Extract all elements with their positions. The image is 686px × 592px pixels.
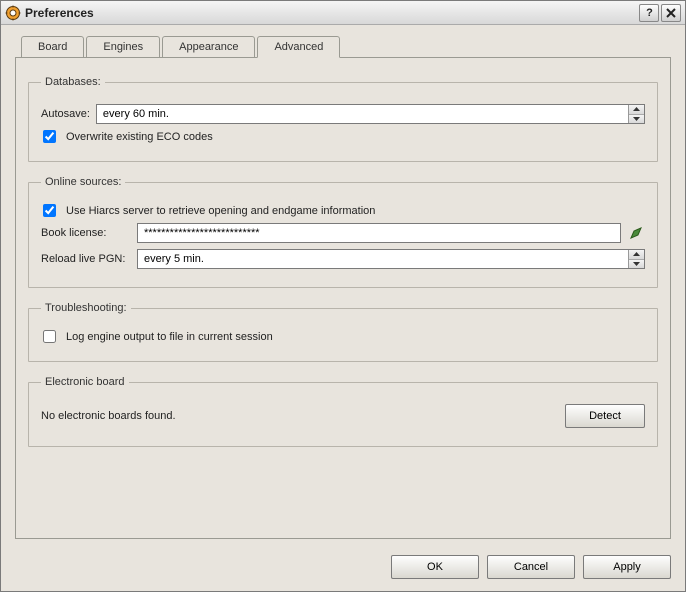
autosave-spinner[interactable]	[96, 104, 645, 124]
overwrite-eco-checkbox[interactable]	[43, 130, 56, 143]
reload-pgn-down-icon[interactable]	[629, 260, 644, 269]
autosave-down-icon[interactable]	[629, 115, 644, 124]
browse-license-icon[interactable]	[627, 224, 645, 242]
help-button[interactable]: ?	[639, 4, 659, 22]
content-area: Board Engines Appearance Advanced Databa…	[1, 25, 685, 591]
electronic-board-group: Electronic board No electronic boards fo…	[28, 376, 658, 447]
reload-pgn-spinner[interactable]	[137, 249, 645, 269]
dialog-button-bar: OK Cancel Apply	[1, 547, 685, 591]
log-output-label: Log engine output to file in current ses…	[66, 331, 273, 343]
tab-bar: Board Engines Appearance Advanced	[1, 25, 685, 57]
tab-content-advanced: Databases: Autosave: Overwrite existing …	[15, 57, 671, 539]
app-icon	[5, 5, 21, 21]
use-hiarcs-checkbox[interactable]	[43, 204, 56, 217]
tab-board[interactable]: Board	[21, 36, 84, 58]
cancel-button[interactable]: Cancel	[487, 555, 575, 579]
reload-pgn-up-icon[interactable]	[629, 250, 644, 260]
tab-engines[interactable]: Engines	[86, 36, 160, 58]
detect-button[interactable]: Detect	[565, 404, 645, 428]
log-output-checkbox[interactable]	[43, 330, 56, 343]
use-hiarcs-label: Use Hiarcs server to retrieve opening an…	[66, 205, 375, 217]
book-license-label: Book license:	[41, 227, 131, 239]
reload-pgn-input[interactable]	[138, 250, 628, 268]
title-bar: Preferences ?	[1, 1, 685, 25]
reload-pgn-label: Reload live PGN:	[41, 253, 131, 265]
troubleshooting-legend: Troubleshooting:	[41, 302, 131, 314]
tab-appearance[interactable]: Appearance	[162, 36, 255, 58]
close-button[interactable]	[661, 4, 681, 22]
svg-text:?: ?	[646, 7, 653, 18]
autosave-label: Autosave:	[41, 108, 90, 120]
autosave-input[interactable]	[97, 105, 628, 123]
databases-legend: Databases:	[41, 76, 105, 88]
autosave-up-icon[interactable]	[629, 105, 644, 115]
tab-advanced[interactable]: Advanced	[257, 36, 340, 58]
overwrite-eco-label: Overwrite existing ECO codes	[66, 131, 213, 143]
electronic-board-legend: Electronic board	[41, 376, 129, 388]
electronic-board-status: No electronic boards found.	[41, 410, 176, 422]
databases-group: Databases: Autosave: Overwrite existing …	[28, 76, 658, 162]
online-legend: Online sources:	[41, 176, 125, 188]
troubleshooting-group: Troubleshooting: Log engine output to fi…	[28, 302, 658, 362]
apply-button[interactable]: Apply	[583, 555, 671, 579]
book-license-input[interactable]	[137, 223, 621, 243]
ok-button[interactable]: OK	[391, 555, 479, 579]
online-sources-group: Online sources: Use Hiarcs server to ret…	[28, 176, 658, 288]
window-title: Preferences	[25, 6, 639, 20]
